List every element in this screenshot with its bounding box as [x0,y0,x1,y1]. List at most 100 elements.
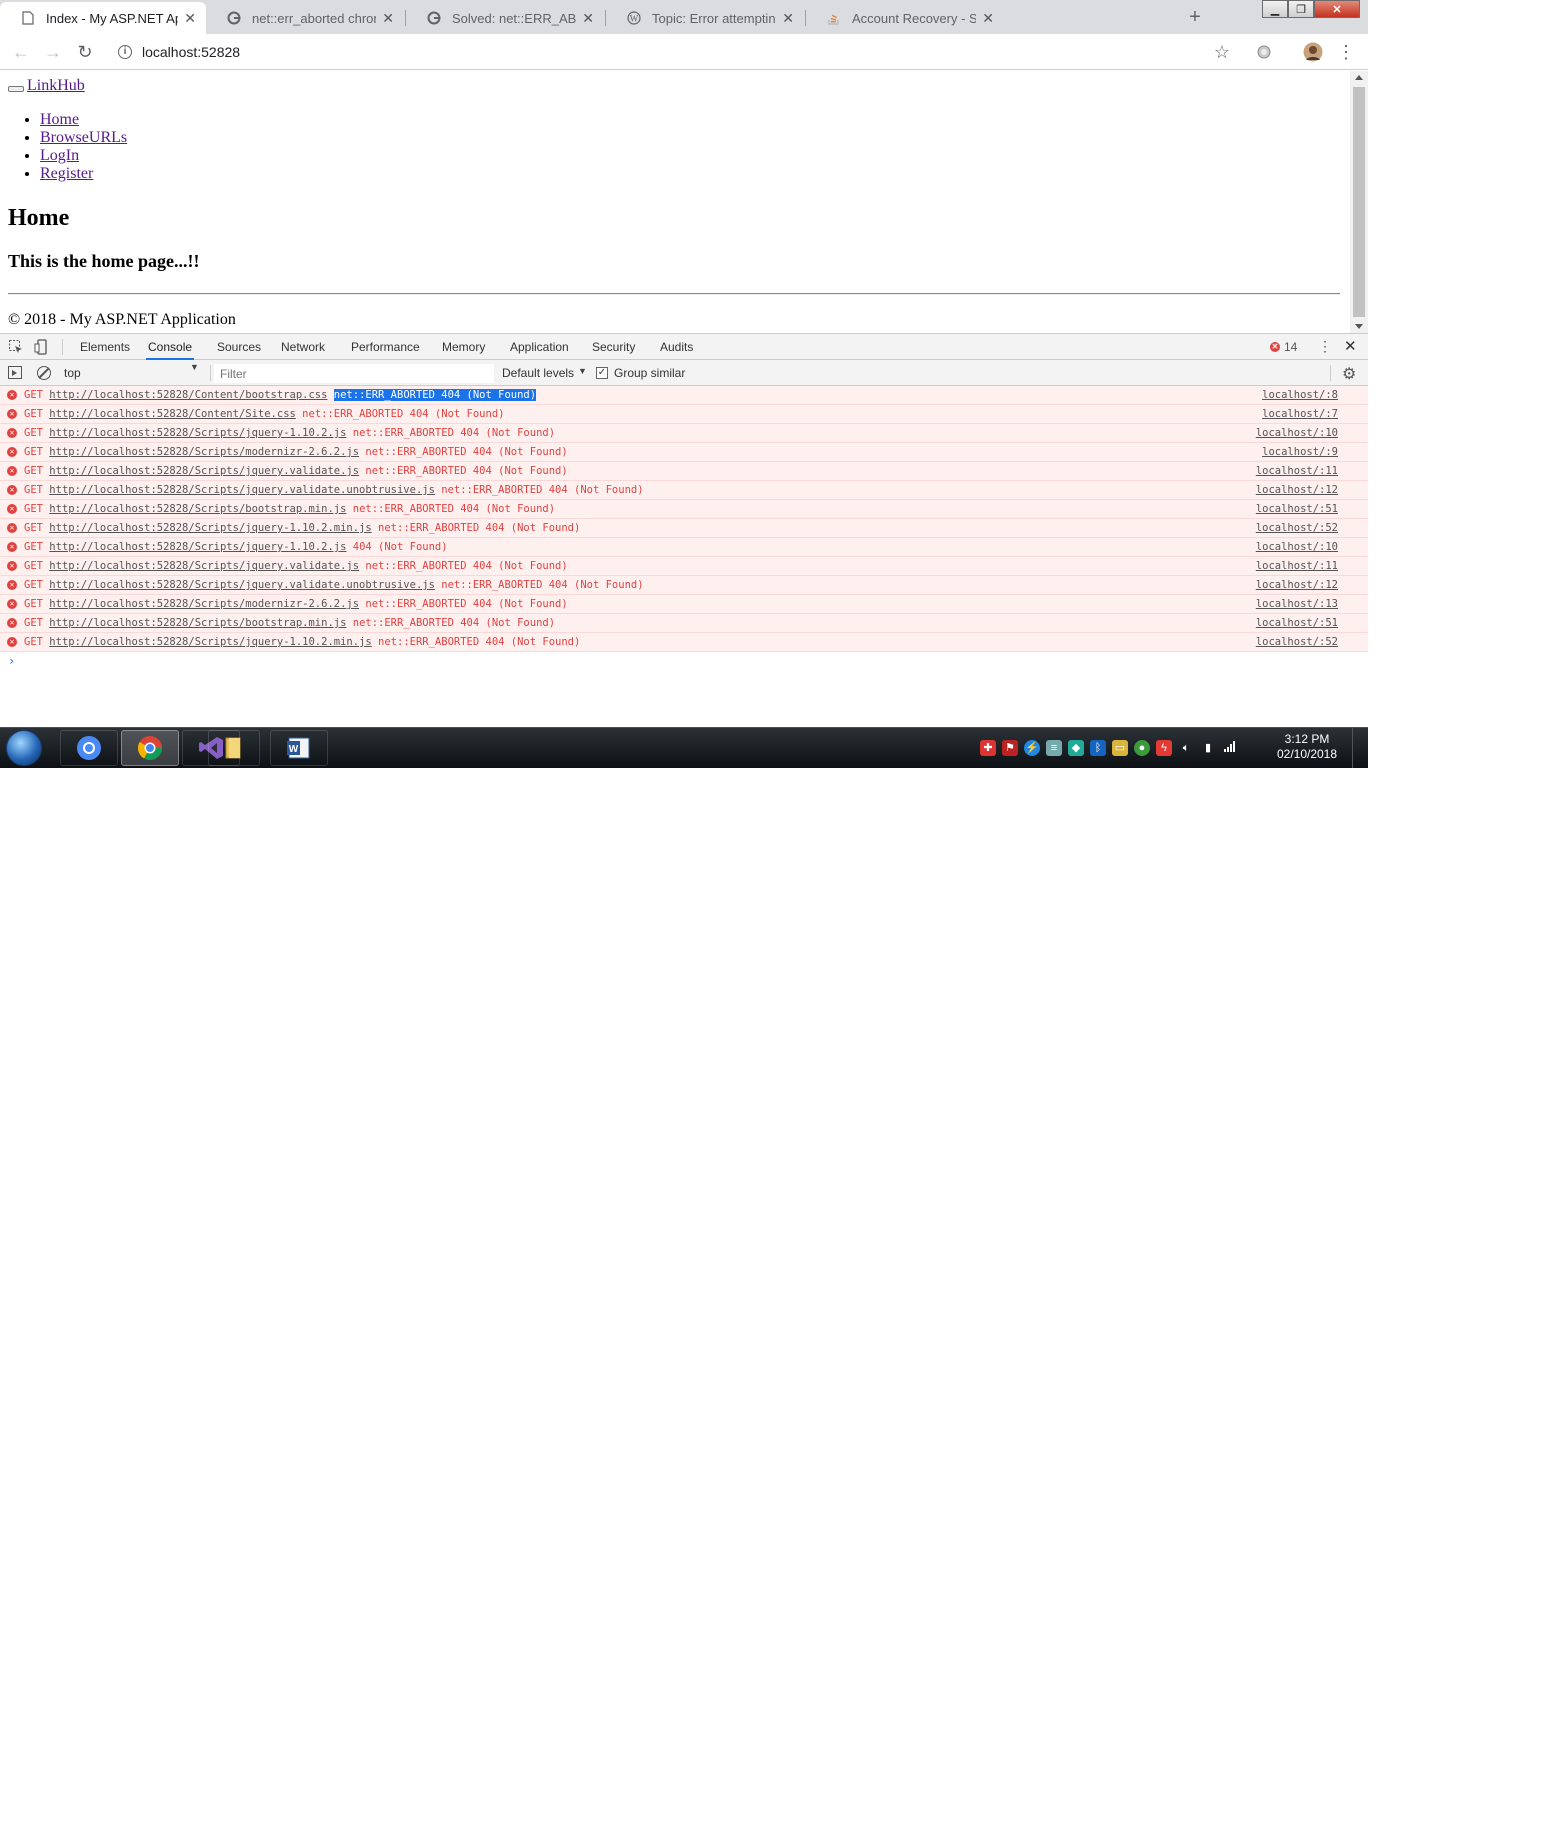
brand-link[interactable]: LinkHub [27,77,85,94]
source-location-link[interactable]: localhost/:12 [1256,576,1338,594]
group-similar-checkbox[interactable]: ✓ [596,367,608,379]
tab-close-icon[interactable]: ✕ [582,10,594,27]
context-select[interactable]: top [64,364,204,382]
source-location-link[interactable]: localhost/:13 [1256,595,1338,613]
nav-link-browseurls[interactable]: BrowseURLs [40,129,127,146]
back-arrow-icon[interactable]: ← [10,41,32,63]
request-url-link[interactable]: http://localhost:52828/Content/bootstrap… [49,389,327,401]
request-url-link[interactable]: http://localhost:52828/Scripts/jquery-1.… [49,427,346,439]
clear-console-icon[interactable] [37,366,51,380]
console-error-row[interactable]: ✕ GET http://localhost:52828/Scripts/jque… [0,462,1368,481]
nav-link-home[interactable]: Home [40,111,79,128]
tab-sources[interactable]: Sources [215,334,263,360]
antivirus-tray-icon[interactable]: ✚ [980,740,996,756]
avatar[interactable] [1302,41,1324,63]
tab-memory[interactable]: Memory [440,334,487,360]
request-url-link[interactable]: http://localhost:52828/Scripts/jquery-1.… [49,541,346,553]
request-url-link[interactable]: http://localhost:52828/Scripts/jquery-1.… [49,636,371,648]
console-error-row[interactable]: ✕ GET http://localhost:52828/Scripts/mode… [0,443,1368,462]
source-location-link[interactable]: localhost/:11 [1256,557,1338,575]
tab-application[interactable]: Application [508,334,571,360]
forward-arrow-icon[interactable]: → [42,41,64,63]
tab-security[interactable]: Security [590,334,637,360]
tab-index[interactable]: Index - My ASP.NET Application ✕ [0,2,206,34]
request-url-link[interactable]: http://localhost:52828/Content/Site.css [49,408,296,420]
request-url-link[interactable]: http://localhost:52828/Scripts/jquery.va… [49,560,359,572]
request-url-link[interactable]: http://localhost:52828/Scripts/modernizr… [49,598,359,610]
tab-wordpress-topic[interactable]: W Topic: Error attempting to load ✕ [606,2,804,34]
database-tray-icon[interactable]: ≡ [1046,740,1062,756]
console-error-row[interactable]: ✕ GET http://localhost:52828/Scripts/jque… [0,481,1368,500]
request-url-link[interactable]: http://localhost:52828/Scripts/jquery.va… [49,465,359,477]
console-error-row[interactable]: ✕ GET http://localhost:52828/Scripts/mode… [0,595,1368,614]
console-error-row[interactable]: ✕ GET http://localhost:52828/Scripts/boot… [0,500,1368,519]
tab-performance[interactable]: Performance [349,334,422,360]
tab-close-icon[interactable]: ✕ [982,10,994,27]
page-scrollbar[interactable] [1350,71,1368,333]
file-explorer-icon[interactable] [208,730,260,766]
address-bar[interactable]: i localhost:52828 [110,40,1230,64]
console-error-row[interactable]: ✕ GET http://localhost:52828/Scripts/jque… [0,538,1368,557]
maximize-button[interactable]: ❐ [1288,0,1314,18]
devtools-close-icon[interactable]: ✕ [1344,337,1357,355]
display-tray-icon[interactable]: ▭ [1112,740,1128,756]
tab-close-icon[interactable]: ✕ [782,10,794,27]
log-levels-dropdown[interactable]: Default levels [502,366,574,380]
nav-link-login[interactable]: LogIn [40,147,79,164]
browser-menu-icon[interactable]: ⋮ [1335,41,1357,63]
tab-console[interactable]: Console [146,334,195,360]
info-icon[interactable]: i [118,45,132,59]
device-toolbar-icon[interactable] [34,339,50,355]
console-error-row[interactable]: ✕ GET http://localhost:52828/Scripts/jque… [0,424,1368,443]
devtools-menu-icon[interactable]: ⋮ [1318,338,1332,355]
error-count-badge[interactable]: ✕ 14 [1270,340,1297,354]
navbar-toggle-button[interactable] [8,86,24,92]
source-location-link[interactable]: localhost/:7 [1262,405,1338,423]
tab-google-search-2[interactable]: Solved: net::ERR_ABORTED whi ✕ [406,2,604,34]
source-location-link[interactable]: localhost/:9 [1262,443,1338,461]
show-desktop-button[interactable] [1352,728,1368,768]
source-location-link[interactable]: localhost/:12 [1256,481,1338,499]
tab-audits[interactable]: Audits [658,334,695,360]
bookmark-star-icon[interactable]: ☆ [1211,41,1233,63]
gear-icon[interactable]: ⚙ [1342,364,1356,384]
dropdown-caret-icon[interactable]: ▼ [578,366,587,376]
scroll-down-icon[interactable] [1355,324,1363,329]
source-location-link[interactable]: localhost/:10 [1256,538,1338,556]
tab-close-icon[interactable]: ✕ [184,10,196,27]
source-location-link[interactable]: localhost/:51 [1256,500,1338,518]
console-error-row[interactable]: ✕ GET http://localhost:52828/Scripts/jque… [0,576,1368,595]
tab-close-icon[interactable]: ✕ [382,10,394,27]
tab-network[interactable]: Network [279,334,327,360]
word-icon[interactable]: W [270,730,328,766]
minimize-button[interactable]: ▁ [1262,0,1288,18]
extension-icon[interactable] [1253,41,1275,63]
request-url-link[interactable]: http://localhost:52828/Scripts/jquery-1.… [49,522,371,534]
url-text[interactable]: localhost:52828 [142,44,240,60]
new-tab-button[interactable]: + [1182,6,1208,30]
console-error-row[interactable]: ✕ GET http://localhost:52828/Scripts/jque… [0,519,1368,538]
scrollbar-thumb[interactable] [1353,87,1365,317]
updater-tray-icon[interactable]: ⚡ [1024,740,1040,756]
close-window-button[interactable]: ✕ [1314,0,1360,18]
tab-google-search-1[interactable]: net::err_aborted chrome - G ✕ [206,2,404,34]
volume-icon[interactable]: 🔈︎ [1178,740,1194,756]
start-button[interactable] [6,730,42,766]
reload-icon[interactable]: ↻ [74,41,96,63]
action-center-flag-icon[interactable]: ⚑ [1002,740,1018,756]
source-location-link[interactable]: localhost/:51 [1256,614,1338,632]
source-location-link[interactable]: localhost/:8 [1262,386,1338,404]
request-url-link[interactable]: http://localhost:52828/Scripts/bootstrap… [49,503,346,515]
scroll-up-icon[interactable] [1355,75,1363,80]
chrome-icon[interactable] [121,730,179,766]
dropdown-caret-icon[interactable]: ▼ [190,362,199,372]
bluetooth-icon[interactable]: ᛒ [1090,740,1106,756]
console-error-row[interactable]: ✕ GET http://localhost:52828/Content/Site… [0,405,1368,424]
power-tray-icon[interactable]: ϟ [1156,740,1172,756]
security-tray-icon[interactable]: ◆ [1068,740,1084,756]
request-url-link[interactable]: http://localhost:52828/Scripts/bootstrap… [49,617,346,629]
taskbar-clock[interactable]: 3:12 PM 02/10/2018 [1270,732,1344,762]
request-url-link[interactable]: http://localhost:52828/Scripts/jquery.va… [49,484,435,496]
request-url-link[interactable]: http://localhost:52828/Scripts/modernizr… [49,446,359,458]
tab-elements[interactable]: Elements [78,334,132,360]
